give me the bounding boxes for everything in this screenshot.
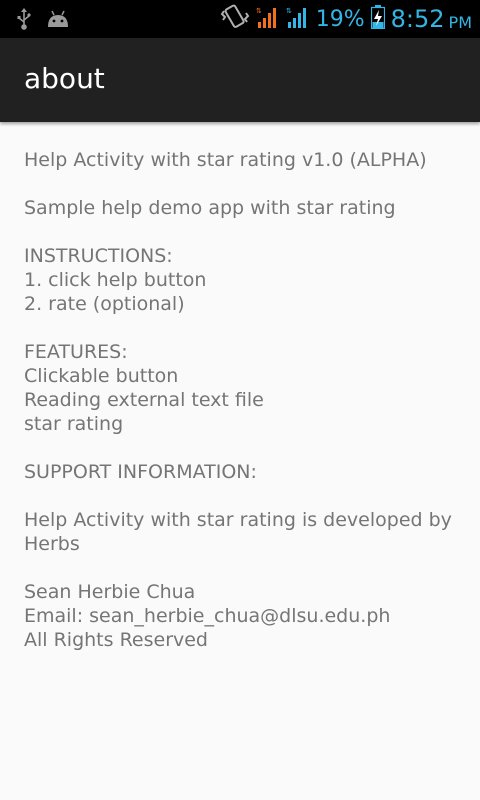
- instruction-item: 2. rate (optional): [24, 293, 185, 315]
- signal-icon: ⇅: [286, 5, 310, 33]
- android-icon: [46, 10, 70, 32]
- usb-icon: [16, 8, 32, 34]
- support-heading: SUPPORT INFORMATION:: [24, 461, 257, 483]
- feature-item: Reading external text file: [24, 389, 264, 411]
- support-text: Help Activity with star rating is develo…: [24, 509, 452, 555]
- battery-charging-icon: [370, 5, 385, 33]
- clock-ampm: PM: [448, 12, 472, 32]
- app-description-text: Sample help demo app with star rating: [24, 197, 396, 219]
- feature-item: Clickable button: [24, 365, 179, 387]
- status-bar: ⇅ ⇅ 19% 8:52 PM: [0, 0, 480, 38]
- about-content: Help Activity with star rating v1.0 (ALP…: [24, 148, 456, 652]
- svg-text:⇅: ⇅: [286, 7, 292, 15]
- status-bar-system: ⇅ ⇅ 19% 8:52 PM: [220, 3, 472, 35]
- rights-text: All Rights Reserved: [24, 629, 208, 651]
- author-name: Sean Herbie Chua: [24, 581, 196, 603]
- battery-percent: 19%: [315, 6, 365, 32]
- status-bar-notifications: [16, 8, 70, 34]
- features-heading: FEATURES:: [24, 341, 128, 363]
- author-email: Email: sean_herbie_chua@dlsu.edu.ph: [24, 605, 391, 627]
- app-version-text: Help Activity with star rating v1.0 (ALP…: [24, 149, 427, 171]
- instructions-heading: INSTRUCTIONS:: [24, 245, 173, 267]
- svg-text:⇅: ⇅: [256, 7, 262, 15]
- clock-time: 8:52: [390, 5, 445, 33]
- feature-item: star rating: [24, 413, 124, 435]
- vibrate-icon: [220, 3, 250, 35]
- page-title: about: [24, 62, 105, 95]
- action-bar: about: [0, 38, 480, 122]
- signal-icon: ⇅: [256, 5, 280, 33]
- instruction-item: 1. click help button: [24, 269, 207, 291]
